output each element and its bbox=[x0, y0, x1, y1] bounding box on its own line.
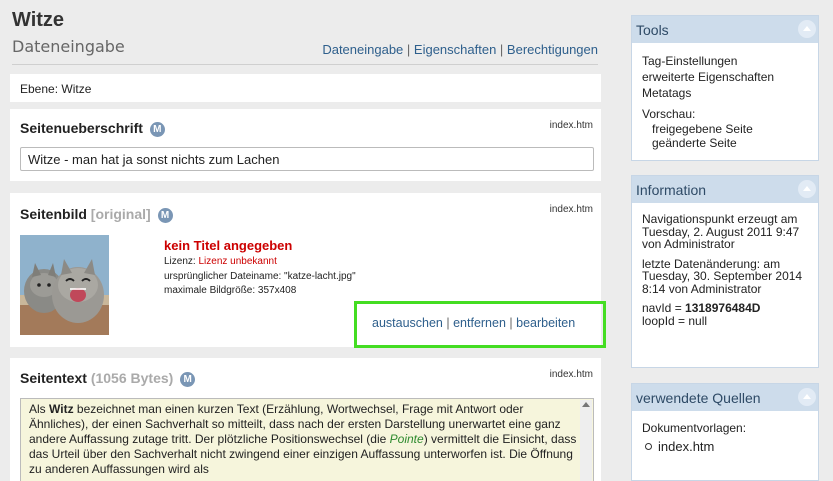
image-license-value: Lizenz unbekannt bbox=[198, 256, 277, 267]
collapse-up-icon[interactable] bbox=[798, 20, 816, 38]
tools-title: Tools bbox=[636, 22, 669, 38]
action-separator: | bbox=[442, 316, 454, 330]
tab-separator: | bbox=[403, 42, 414, 57]
tools-item-extended-properties[interactable]: erweiterte Eigenschaften bbox=[642, 69, 808, 85]
sources-box: verwendete Quellen Dokumentvorlagen: ind… bbox=[631, 383, 819, 481]
text-bold: Witz bbox=[49, 402, 74, 416]
preview-released-page[interactable]: freigegebene Seite bbox=[642, 122, 808, 136]
loopid-line: loopId = null bbox=[642, 313, 708, 328]
m-badge-icon[interactable]: M bbox=[157, 208, 173, 223]
image-info: kein Titel angegeben Lizenz: Lizenz unbe… bbox=[164, 237, 356, 299]
image-max-size: maximale Bildgröße: 357x408 bbox=[164, 285, 297, 296]
collapse-up-icon[interactable] bbox=[798, 388, 816, 406]
preview-changed-page[interactable]: geänderte Seite bbox=[642, 136, 808, 150]
template-file-label: index.htm bbox=[549, 369, 593, 380]
image-license-label: Lizenz: bbox=[164, 256, 199, 267]
page-subtitle: Dateneingabe bbox=[12, 37, 125, 56]
text-section-title: Seitentext bbox=[20, 370, 87, 386]
tab-dateneingabe[interactable]: Dateneingabe bbox=[322, 42, 403, 57]
image-section-title: Seitenbild bbox=[20, 206, 87, 222]
sources-label: Dokumentvorlagen: bbox=[642, 421, 747, 435]
level-label: Ebene: Witze bbox=[20, 82, 92, 96]
m-badge-icon[interactable]: M bbox=[149, 122, 165, 137]
page-text-editor[interactable]: Als Witz bezeichnet man einen kurzen Tex… bbox=[20, 398, 594, 481]
page-title: Witze bbox=[12, 9, 65, 31]
text-italic: Pointe bbox=[389, 432, 424, 446]
section-title: Seitenbild [original] M bbox=[20, 206, 173, 223]
tools-item-tag-settings[interactable]: Tag-Einstellungen bbox=[642, 53, 808, 69]
tools-item-metatags[interactable]: Metatags bbox=[642, 85, 808, 101]
preview-label: Vorschau: bbox=[642, 107, 696, 121]
action-separator: | bbox=[505, 316, 517, 330]
image-filename: ursprünglicher Dateiname: "katze-lacht.j… bbox=[164, 270, 356, 282]
sources-list: index.htm bbox=[642, 439, 808, 454]
level-bar: Ebene: Witze bbox=[10, 74, 601, 102]
tab-separator: | bbox=[496, 42, 507, 57]
header-divider bbox=[12, 64, 598, 65]
image-no-title: kein Titel angegeben bbox=[164, 238, 293, 253]
last-change-info: letzte Datenänderung: am Tuesday, 30. Se… bbox=[642, 256, 803, 296]
m-badge-icon[interactable]: M bbox=[180, 372, 196, 387]
navid-line: navId = 1318976484D bbox=[642, 302, 808, 315]
tools-body: Tag-Einstellungen erweiterte Eigenschaft… bbox=[632, 43, 818, 160]
tab-berechtigungen[interactable]: Berechtigungen bbox=[507, 42, 598, 57]
sources-title: verwendete Quellen bbox=[636, 390, 761, 406]
image-section-suffix: [original] bbox=[90, 206, 151, 222]
preview-items: freigegebene Seite geänderte Seite bbox=[642, 122, 808, 150]
image-actions: austauschen | entfernen | bearbeiten bbox=[354, 301, 606, 348]
page-image-thumbnail[interactable] bbox=[20, 235, 109, 335]
tools-box: Tools Tag-Einstellungen erweiterte Eigen… bbox=[631, 15, 819, 161]
sources-header: verwendete Quellen bbox=[632, 384, 818, 411]
source-item[interactable]: index.htm bbox=[642, 439, 808, 454]
top-tabs: Dateneingabe | Eigenschaften | Berechtig… bbox=[322, 42, 598, 57]
information-box: Information Navigationspunkt erzeugt am … bbox=[631, 175, 819, 368]
nav-created-info: Navigationspunkt erzeugt am Tuesday, 2. … bbox=[642, 212, 800, 251]
information-title: Information bbox=[636, 182, 707, 198]
page-heading-input[interactable] bbox=[20, 147, 594, 171]
section-title: Seitenueberschrift M bbox=[20, 120, 165, 137]
edit-image-link[interactable]: bearbeiten bbox=[516, 316, 575, 330]
heading-section-title: Seitenueberschrift bbox=[20, 120, 143, 136]
scroll-up-icon[interactable] bbox=[582, 402, 590, 407]
section-title: Seitentext (1056 Bytes) M bbox=[20, 370, 196, 387]
cat-image-icon bbox=[20, 235, 109, 335]
text-part: Als bbox=[29, 402, 50, 416]
navid-value: 1318976484D bbox=[685, 301, 761, 315]
replace-image-link[interactable]: austauschen bbox=[372, 316, 443, 330]
navid-label: navId = bbox=[642, 301, 686, 315]
collapse-up-icon[interactable] bbox=[798, 180, 816, 198]
image-license: Lizenz: Lizenz unbekannt bbox=[164, 255, 356, 270]
tools-header: Tools bbox=[632, 16, 818, 43]
text-section: Seitentext (1056 Bytes) M index.htm Als … bbox=[10, 358, 601, 481]
information-header: Information bbox=[632, 176, 818, 203]
text-scrollbar[interactable] bbox=[580, 400, 592, 481]
heading-section: Seitenueberschrift M index.htm bbox=[10, 109, 601, 181]
template-file-label: index.htm bbox=[549, 204, 593, 215]
image-section: Seitenbild [original] M index.htm kein T… bbox=[10, 193, 606, 348]
remove-image-link[interactable]: entfernen bbox=[453, 316, 506, 330]
text-section-suffix: (1056 Bytes) bbox=[90, 370, 174, 386]
tab-eigenschaften[interactable]: Eigenschaften bbox=[414, 42, 496, 57]
template-file-label: index.htm bbox=[549, 120, 593, 131]
information-body: Navigationspunkt erzeugt am Tuesday, 2. … bbox=[632, 203, 818, 337]
sources-body: Dokumentvorlagen: index.htm bbox=[632, 411, 818, 464]
